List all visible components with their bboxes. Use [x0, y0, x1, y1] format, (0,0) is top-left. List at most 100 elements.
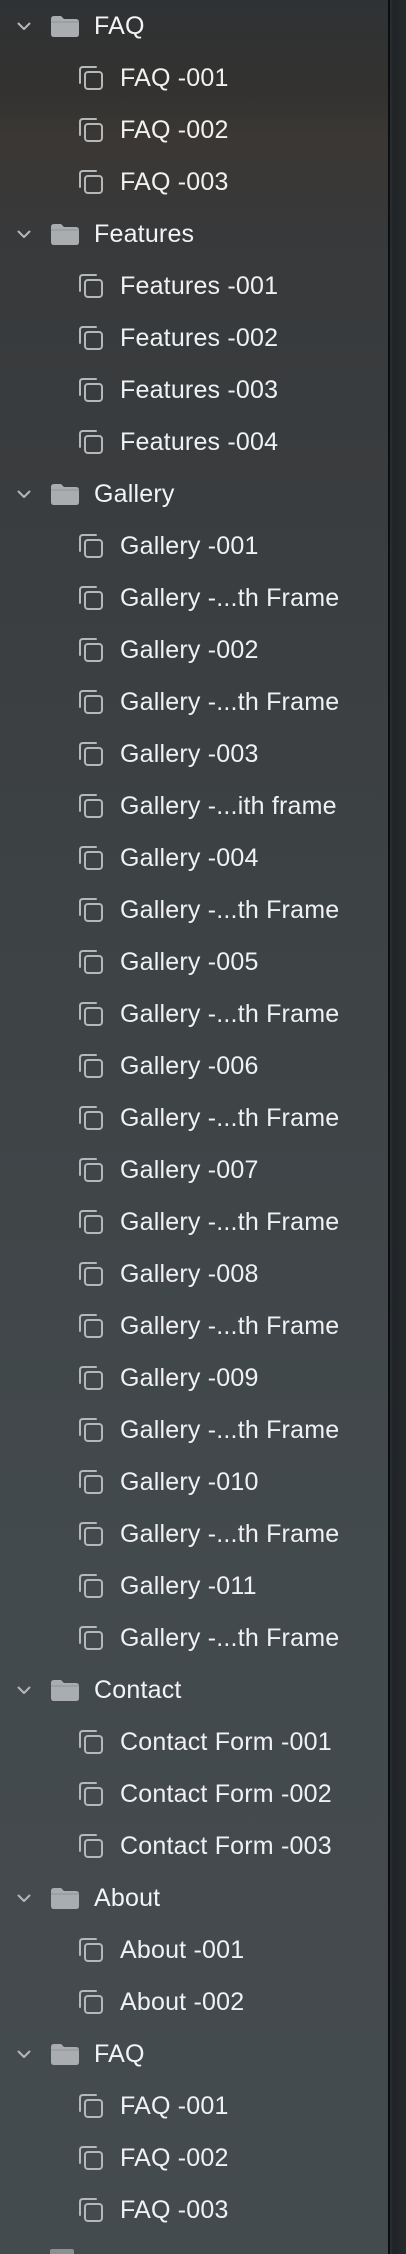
layer-row-faq-003[interactable]: FAQ -003 — [0, 2184, 388, 2236]
layer-row-features-003[interactable]: Features -003 — [0, 364, 388, 416]
layer-label: Features -002 — [120, 323, 279, 352]
layer-row-contact-form-001[interactable]: Contact Form -001 — [0, 1716, 388, 1768]
folder-label: About — [94, 1883, 161, 1912]
frame-stack-icon — [76, 687, 106, 717]
frame-stack-icon — [76, 1519, 106, 1549]
layer-row-gallery-007[interactable]: Gallery -007 — [0, 1144, 388, 1196]
layer-row-gallery-th-frame[interactable]: Gallery -...th Frame — [0, 572, 388, 624]
next-folder-row-clipped — [0, 2246, 388, 2254]
layer-label: Gallery -...th Frame — [120, 687, 340, 716]
folder-row-contact[interactable]: Contact — [0, 1664, 388, 1716]
layer-row-gallery-004[interactable]: Gallery -004 — [0, 832, 388, 884]
layer-row-gallery-011[interactable]: Gallery -011 — [0, 1560, 388, 1612]
layer-label: Gallery -009 — [120, 1363, 259, 1392]
layer-label: Features -001 — [120, 271, 279, 300]
chevron-down-icon[interactable] — [14, 16, 34, 36]
layer-row-gallery-th-frame[interactable]: Gallery -...th Frame — [0, 884, 388, 936]
frame-stack-icon — [76, 1207, 106, 1237]
layer-row-features-004[interactable]: Features -004 — [0, 416, 388, 468]
layer-label: Contact Form -003 — [120, 1831, 332, 1860]
layer-row-gallery-006[interactable]: Gallery -006 — [0, 1040, 388, 1092]
frame-stack-icon — [76, 635, 106, 665]
layer-row-gallery-th-frame[interactable]: Gallery -...th Frame — [0, 1612, 388, 1664]
layer-label: Contact Form -002 — [120, 1779, 332, 1808]
frame-stack-icon — [76, 1987, 106, 2017]
folder-row-gallery[interactable]: Gallery — [0, 468, 388, 520]
frame-stack-icon — [76, 739, 106, 769]
layer-row-gallery-th-frame[interactable]: Gallery -...th Frame — [0, 1092, 388, 1144]
layer-row-gallery-008[interactable]: Gallery -008 — [0, 1248, 388, 1300]
layer-row-faq-003[interactable]: FAQ -003 — [0, 156, 388, 208]
frame-stack-icon — [76, 1363, 106, 1393]
frame-stack-icon — [76, 1311, 106, 1341]
layer-row-about-001[interactable]: About -001 — [0, 1924, 388, 1976]
layer-row-faq-002[interactable]: FAQ -002 — [0, 104, 388, 156]
chevron-down-icon[interactable] — [14, 224, 34, 244]
layer-label: Gallery -...th Frame — [120, 1623, 340, 1652]
frame-stack-icon — [76, 375, 106, 405]
folder-row-faq[interactable]: FAQ — [0, 0, 388, 52]
layer-row-gallery-002[interactable]: Gallery -002 — [0, 624, 388, 676]
chevron-down-icon[interactable] — [14, 2044, 34, 2064]
frame-stack-icon — [76, 1259, 106, 1289]
layer-row-gallery-010[interactable]: Gallery -010 — [0, 1456, 388, 1508]
layer-row-features-001[interactable]: Features -001 — [0, 260, 388, 312]
layer-row-gallery-th-frame[interactable]: Gallery -...th Frame — [0, 988, 388, 1040]
layer-label: Contact Form -001 — [120, 1727, 332, 1756]
folder-icon — [50, 2042, 80, 2066]
layer-row-features-002[interactable]: Features -002 — [0, 312, 388, 364]
panel-divider[interactable] — [388, 0, 406, 2254]
frame-stack-icon — [76, 1831, 106, 1861]
layer-row-gallery-th-frame[interactable]: Gallery -...th Frame — [0, 676, 388, 728]
layer-label: FAQ -003 — [120, 167, 229, 196]
layer-row-faq-002[interactable]: FAQ -002 — [0, 2132, 388, 2184]
layer-label: Gallery -001 — [120, 531, 259, 560]
folder-row-faq[interactable]: FAQ — [0, 2028, 388, 2080]
layer-label: Gallery -008 — [120, 1259, 259, 1288]
layer-label: Gallery -...ith frame — [120, 791, 337, 820]
frame-stack-icon — [76, 427, 106, 457]
layer-row-gallery-th-frame[interactable]: Gallery -...th Frame — [0, 1300, 388, 1352]
layer-row-contact-form-002[interactable]: Contact Form -002 — [0, 1768, 388, 1820]
folder-row-about[interactable]: About — [0, 1872, 388, 1924]
layer-row-gallery-003[interactable]: Gallery -003 — [0, 728, 388, 780]
frame-stack-icon — [76, 1779, 106, 1809]
chevron-down-icon[interactable] — [14, 1680, 34, 1700]
layer-label: FAQ -002 — [120, 2143, 229, 2172]
folder-label: FAQ — [94, 11, 145, 40]
frame-stack-icon — [76, 1415, 106, 1445]
chevron-down-icon[interactable] — [14, 484, 34, 504]
folder-label: Features — [94, 219, 195, 248]
layer-row-contact-form-003[interactable]: Contact Form -003 — [0, 1820, 388, 1872]
frame-stack-icon — [76, 791, 106, 821]
layer-row-gallery-th-frame[interactable]: Gallery -...th Frame — [0, 1196, 388, 1248]
layer-row-gallery-005[interactable]: Gallery -005 — [0, 936, 388, 988]
layer-label: Gallery -007 — [120, 1155, 259, 1184]
frame-stack-icon — [76, 999, 106, 1029]
frame-stack-icon — [76, 2143, 106, 2173]
chevron-down-icon[interactable] — [14, 1888, 34, 1908]
layer-row-gallery-th-frame[interactable]: Gallery -...th Frame — [0, 1404, 388, 1456]
folder-label: Contact — [94, 1675, 182, 1704]
frame-stack-icon — [76, 843, 106, 873]
layer-label: Gallery -...th Frame — [120, 1103, 340, 1132]
layer-row-gallery-009[interactable]: Gallery -009 — [0, 1352, 388, 1404]
layer-label: Gallery -...th Frame — [120, 895, 340, 924]
layer-row-about-002[interactable]: About -002 — [0, 1976, 388, 2028]
folder-label: FAQ — [94, 2039, 145, 2068]
layer-row-faq-001[interactable]: FAQ -001 — [0, 2080, 388, 2132]
layer-row-gallery-th-frame[interactable]: Gallery -...th Frame — [0, 1508, 388, 1560]
folder-row-features[interactable]: Features — [0, 208, 388, 260]
layer-label: Gallery -010 — [120, 1467, 259, 1496]
folder-icon — [50, 1886, 80, 1910]
layer-label: Gallery -003 — [120, 739, 259, 768]
frame-stack-icon — [76, 947, 106, 977]
layer-label: About -001 — [120, 1935, 245, 1964]
layer-row-gallery-001[interactable]: Gallery -001 — [0, 520, 388, 572]
layer-row-faq-001[interactable]: FAQ -001 — [0, 52, 388, 104]
folder-label: Gallery — [94, 479, 175, 508]
frame-stack-icon — [76, 1935, 106, 1965]
layer-label: Features -004 — [120, 427, 279, 456]
layer-row-gallery-ith-frame[interactable]: Gallery -...ith frame — [0, 780, 388, 832]
folder-icon — [50, 14, 80, 38]
